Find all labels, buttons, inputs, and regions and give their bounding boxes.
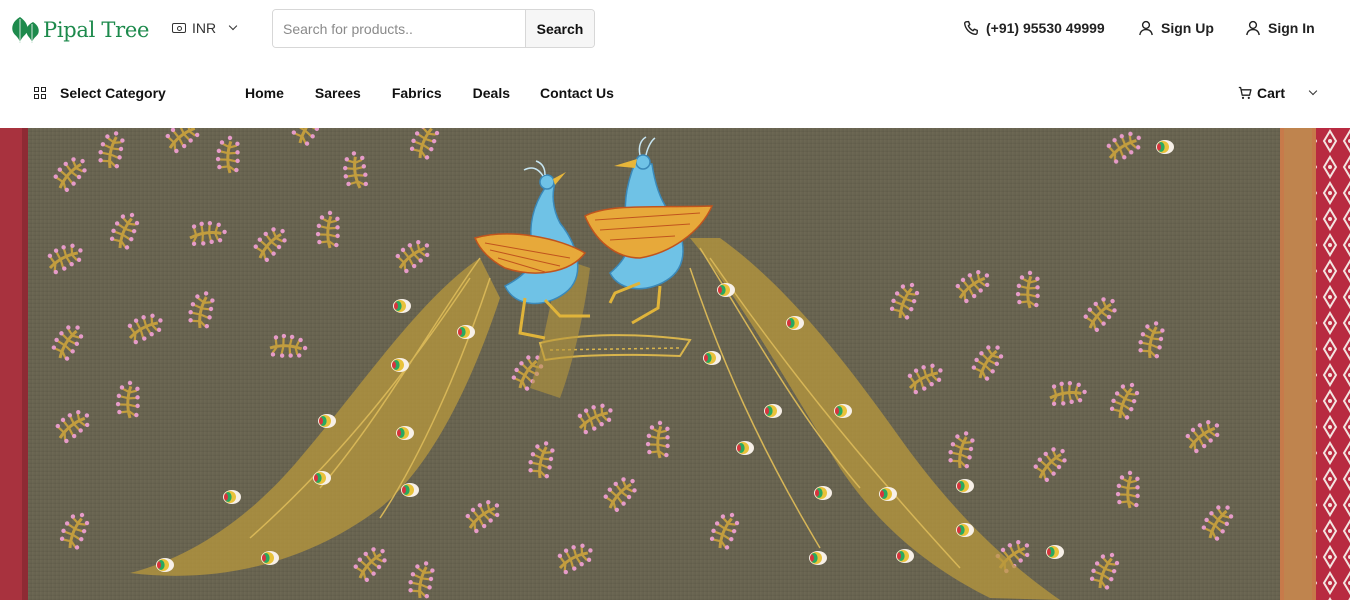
currency-selector[interactable]: INR xyxy=(172,20,238,36)
select-category-label: Select Category xyxy=(60,85,166,101)
chevron-down-icon xyxy=(228,21,238,31)
sign-in-link[interactable]: Sign In xyxy=(1245,20,1315,36)
grid-icon xyxy=(34,87,46,99)
brand-name: Pipal Tree xyxy=(43,18,150,42)
search-bar: Search xyxy=(272,9,595,48)
search-button[interactable]: Search xyxy=(525,10,594,47)
nav-home[interactable]: Home xyxy=(245,85,284,101)
phone-icon xyxy=(963,20,978,36)
cart-label: Cart xyxy=(1257,85,1286,101)
nav-fabrics[interactable]: Fabrics xyxy=(392,85,442,101)
search-input[interactable] xyxy=(273,10,525,47)
chevron-down-icon xyxy=(1308,86,1318,96)
user-icon xyxy=(1139,20,1153,36)
cart-icon xyxy=(1238,86,1252,99)
nav-sarees[interactable]: Sarees xyxy=(315,85,361,101)
nav-contact-us[interactable]: Contact Us xyxy=(540,85,614,101)
top-bar: Pipal Tree INR Search (+91) 95530 49999 … xyxy=(0,0,1350,62)
user-icon xyxy=(1246,20,1260,36)
nav-links: Home Sarees Fabrics Deals Contact Us xyxy=(245,85,614,101)
hero-banner[interactable] xyxy=(0,128,1350,600)
sign-up-link[interactable]: Sign Up xyxy=(1138,20,1214,36)
sign-in-label: Sign In xyxy=(1268,20,1315,36)
pipal-leaf-icon xyxy=(12,17,39,43)
contact-phone[interactable]: (+91) 95530 49999 xyxy=(963,20,1105,36)
cart-button[interactable]: Cart xyxy=(1238,85,1318,101)
currency-value: INR xyxy=(192,20,217,36)
brand-logo[interactable]: Pipal Tree xyxy=(9,12,149,48)
select-category-menu[interactable]: Select Category xyxy=(34,85,166,101)
phone-number: (+91) 95530 49999 xyxy=(986,20,1105,36)
nav-deals[interactable]: Deals xyxy=(473,85,510,101)
sign-up-label: Sign Up xyxy=(1161,20,1214,36)
cash-icon xyxy=(172,23,186,33)
main-nav: Select Category Home Sarees Fabrics Deal… xyxy=(0,62,1350,128)
hero-saree-image xyxy=(0,128,1350,600)
